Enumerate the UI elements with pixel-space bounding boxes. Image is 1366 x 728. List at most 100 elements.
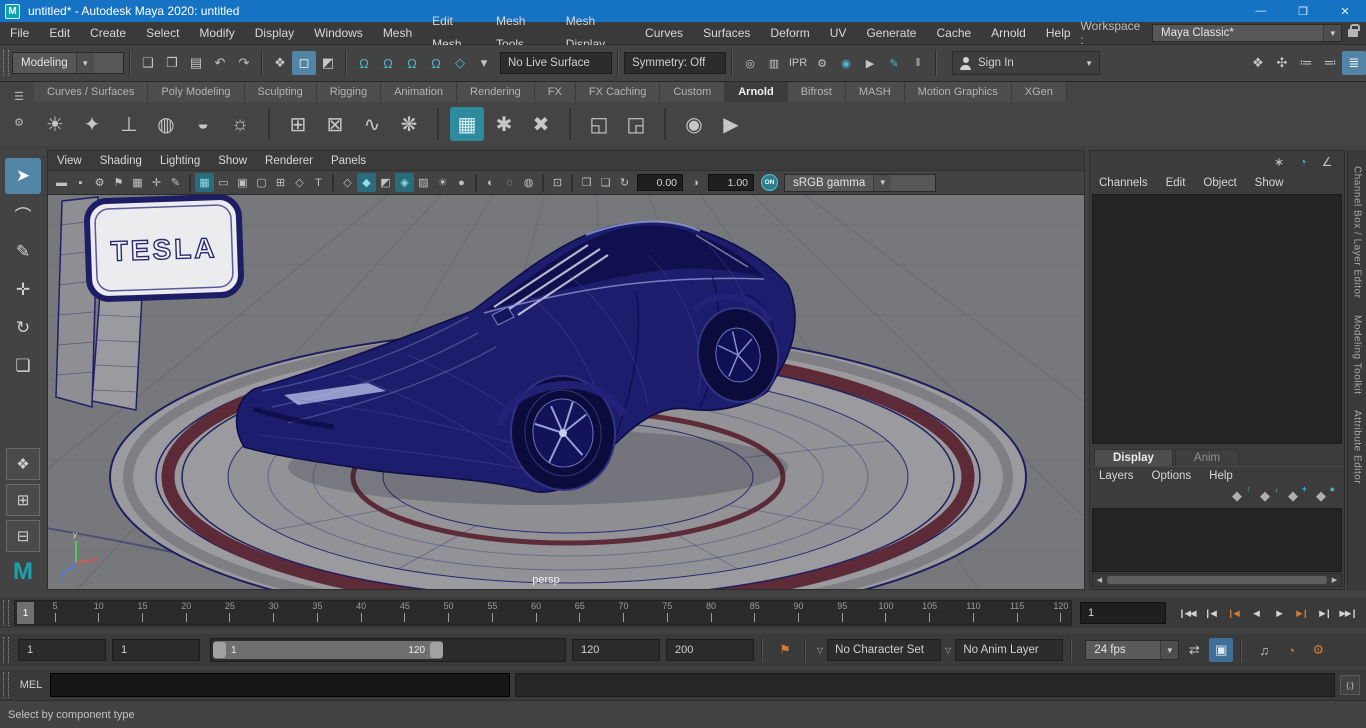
- maximize-button[interactable]: ❐: [1282, 0, 1324, 22]
- drag-handle[interactable]: [3, 50, 9, 76]
- modeling-toolkit-toggle-icon[interactable]: ❖: [1246, 51, 1270, 75]
- layer-tab[interactable]: Display: [1094, 449, 1173, 466]
- menu-item[interactable]: Cache: [926, 22, 981, 45]
- arnold-render-icon[interactable]: ▦: [450, 107, 484, 141]
- layer-menu-item[interactable]: Layers: [1090, 467, 1143, 486]
- shelf-menu-icon[interactable]: ☰: [10, 88, 28, 104]
- checkered-icon[interactable]: ▨: [414, 173, 433, 192]
- undo-icon[interactable]: ↶: [208, 51, 232, 75]
- shelf-tab[interactable]: Arnold: [725, 82, 787, 102]
- workspace-dropdown[interactable]: Maya Classic* ▼: [1152, 24, 1342, 42]
- arnold-renderview-icon[interactable]: ◉: [834, 51, 858, 75]
- group-separator[interactable]: [617, 50, 619, 76]
- panel-menu-item[interactable]: Shading: [91, 151, 151, 171]
- menu-item[interactable]: Select: [136, 22, 189, 45]
- layout-single-pane-button[interactable]: ❖: [6, 448, 40, 480]
- range-end-handle[interactable]: [430, 642, 443, 658]
- camera-lock-icon[interactable]: ▪: [71, 173, 90, 192]
- chevron-down-icon[interactable]: ▼: [1160, 641, 1178, 659]
- anim-layer-menu-arrow[interactable]: ▽: [945, 646, 951, 655]
- group-separator[interactable]: [345, 50, 347, 76]
- viewport-3d-view[interactable]: TESLA: [48, 195, 1084, 589]
- safe-action-icon[interactable]: ◇: [290, 173, 309, 192]
- wireframe-icon[interactable]: ◇: [338, 173, 357, 192]
- cached-playback-icon[interactable]: ◔: [1279, 638, 1303, 662]
- drag-handle[interactable]: [3, 637, 9, 663]
- channel-menu-item[interactable]: Channels: [1090, 173, 1157, 193]
- menu-item[interactable]: Edit: [39, 22, 80, 45]
- range-bar[interactable]: 1 120: [213, 641, 443, 659]
- motion-blur-icon[interactable]: ◌: [500, 173, 519, 192]
- snap-viewplane-icon[interactable]: Ω: [424, 51, 448, 75]
- minimize-button[interactable]: —: [1240, 0, 1282, 22]
- safe-title-icon[interactable]: T: [309, 173, 328, 192]
- playback-start-field[interactable]: 1: [112, 639, 200, 661]
- character-set-menu-arrow[interactable]: ▽: [817, 646, 823, 655]
- animation-preferences-icon[interactable]: ⚙: [1306, 638, 1330, 662]
- shelf-gear-icon[interactable]: ⚙: [10, 114, 28, 130]
- menu-item[interactable]: Curves: [635, 22, 693, 45]
- wireframe-on-shaded-icon[interactable]: ◈: [395, 173, 414, 192]
- horizontal-scrollbar[interactable]: ◀ ▶: [1092, 573, 1342, 587]
- contrast-field[interactable]: 1.00: [708, 174, 754, 191]
- close-button[interactable]: ✕: [1324, 0, 1366, 22]
- arnold-volume-icon[interactable]: ❋: [392, 107, 426, 141]
- channel-menu-item[interactable]: Edit: [1157, 173, 1195, 193]
- exposure-icon[interactable]: ↻: [615, 173, 634, 192]
- shelf-tab[interactable]: Rigging: [317, 82, 381, 102]
- channel-menu-item[interactable]: Show: [1246, 173, 1293, 193]
- channel-stats-icon[interactable]: ∗: [1270, 153, 1288, 171]
- sidebar-vertical-tab[interactable]: Channel Box / Layer Editor: [1352, 166, 1363, 299]
- play-forwards-button[interactable]: ▶: [1268, 602, 1290, 624]
- range-track[interactable]: 1 120: [210, 638, 566, 662]
- shelf-tab[interactable]: Bifrost: [788, 82, 846, 102]
- snap-options-arrow[interactable]: ▾: [472, 51, 496, 75]
- anti-alias-icon[interactable]: ◍: [519, 173, 538, 192]
- group-separator[interactable]: [261, 50, 263, 76]
- arnold-portal-light-icon[interactable]: ◒: [186, 107, 220, 141]
- move-tool[interactable]: ✛: [5, 272, 41, 308]
- color-management-toggle[interactable]: ON: [761, 174, 778, 191]
- graph-editor-icon[interactable]: ∠: [1318, 153, 1336, 171]
- panel-menu-item[interactable]: View: [48, 151, 91, 171]
- live-surface-field[interactable]: No Live Surface: [500, 52, 612, 74]
- time-ruler[interactable]: 1 5 10 15 20: [14, 600, 1072, 626]
- menu-item[interactable]: Deform: [760, 22, 819, 45]
- menu-item[interactable]: Arnold: [981, 22, 1036, 45]
- scroll-left-icon[interactable]: ◀: [1093, 576, 1106, 584]
- arnold-render-selected-icon[interactable]: ✱: [487, 107, 521, 141]
- shelf-tab[interactable]: Animation: [381, 82, 457, 102]
- select-tool[interactable]: ➤: [5, 158, 41, 194]
- snap-curve-icon[interactable]: Ω: [376, 51, 400, 75]
- shelf-tab[interactable]: XGen: [1012, 82, 1067, 102]
- clip-editor-icon[interactable]: ▣: [1209, 638, 1233, 662]
- select-hierarchy-icon[interactable]: ❖: [268, 51, 292, 75]
- menu-item[interactable]: Display: [245, 22, 304, 45]
- group-separator[interactable]: [935, 50, 937, 76]
- shelf-tab[interactable]: Sculpting: [245, 82, 317, 102]
- textured-icon[interactable]: ◩: [376, 173, 395, 192]
- shelf-tab[interactable]: MASH: [846, 82, 905, 102]
- light-editor-icon[interactable]: ✎: [882, 51, 906, 75]
- panel-menu-item[interactable]: Lighting: [151, 151, 209, 171]
- panel-menu-item[interactable]: Renderer: [256, 151, 322, 171]
- contrast-icon[interactable]: ◑: [686, 173, 705, 192]
- arnold-aov-icon[interactable]: ◲: [619, 107, 653, 141]
- layer-move-down-icon[interactable]: ◆ ↓: [1260, 488, 1278, 504]
- pause-viewport-icon[interactable]: ‖: [906, 51, 930, 75]
- layer-menu-item[interactable]: Help: [1200, 467, 1242, 486]
- channel-menu-item[interactable]: Object: [1194, 173, 1245, 193]
- anim-key-icon[interactable]: ◔: [1294, 153, 1312, 171]
- menu-item[interactable]: Mesh: [373, 22, 422, 45]
- menu-item[interactable]: Create: [80, 22, 136, 45]
- go-to-start-button[interactable]: ❙◀◀: [1176, 602, 1198, 624]
- redo-icon[interactable]: ↷: [232, 51, 256, 75]
- shadows-icon[interactable]: ●: [452, 173, 471, 192]
- scrollbar-thumb[interactable]: [1107, 576, 1327, 584]
- layout-four-pane-button[interactable]: ⊞: [6, 484, 40, 516]
- loop-playback-icon[interactable]: ⇄: [1182, 638, 1206, 662]
- shelf-tab[interactable]: Custom: [660, 82, 725, 102]
- layout-two-pane-button[interactable]: ⊟: [6, 520, 40, 552]
- prev-keyframe-button[interactable]: ❙◀: [1199, 602, 1221, 624]
- snap-grid-icon[interactable]: Ω: [352, 51, 376, 75]
